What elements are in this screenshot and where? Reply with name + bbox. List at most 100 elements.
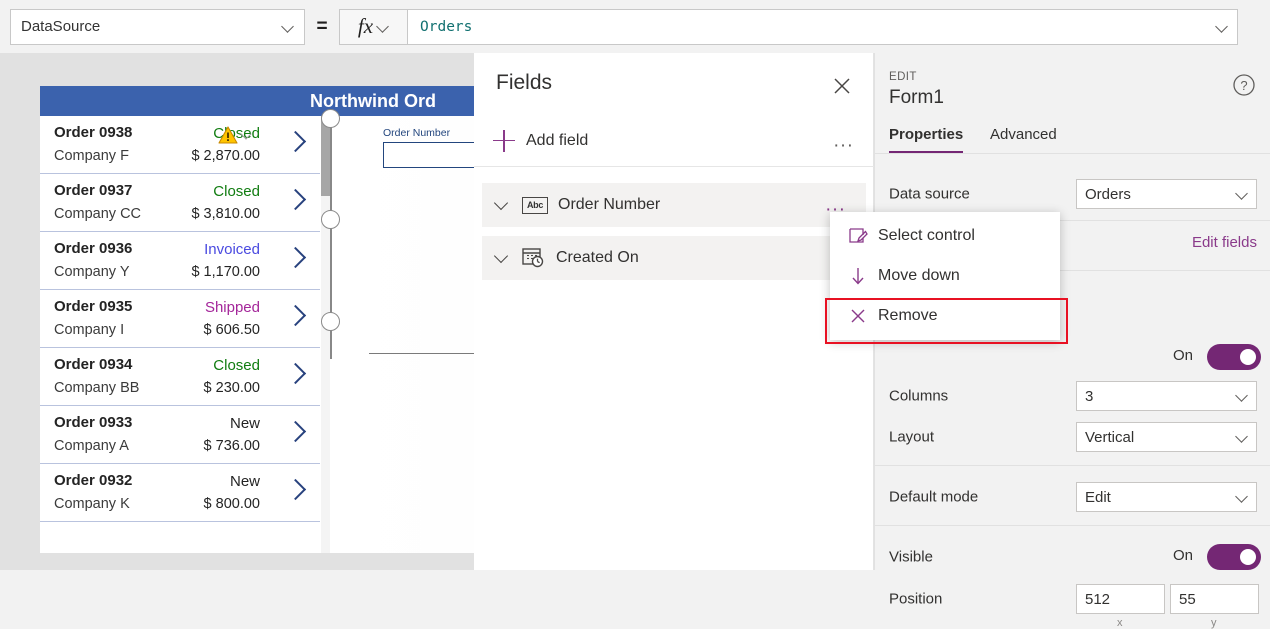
default-mode-value: Edit bbox=[1085, 488, 1111, 506]
context-menu-item-select-control[interactable]: Select control bbox=[830, 216, 1060, 256]
gallery-row-amount: $ 230.00 bbox=[203, 380, 260, 396]
columns-label: Columns bbox=[889, 387, 949, 405]
add-field-label: Add field bbox=[526, 131, 589, 149]
formula-input[interactable]: Orders bbox=[407, 8, 1238, 45]
property-row-layout: Layout Vertical bbox=[875, 411, 1270, 463]
chevron-down-icon bbox=[1236, 491, 1248, 503]
property-row-position: Position 512 55 x y bbox=[875, 573, 1270, 629]
gallery-row[interactable]: Order 0935 Company I Shipped $ 606.50 bbox=[40, 290, 320, 348]
chevron-right-icon[interactable] bbox=[288, 424, 302, 438]
chevron-right-icon[interactable] bbox=[288, 192, 302, 206]
chevron-down-icon[interactable] bbox=[241, 130, 254, 140]
chevron-down-icon bbox=[1236, 431, 1248, 443]
warning-indicator[interactable] bbox=[218, 126, 254, 144]
gallery-row[interactable]: Order 0932 Company K New $ 800.00 bbox=[40, 464, 320, 522]
field-row-created-on[interactable]: Created On bbox=[482, 236, 866, 280]
chevron-down-icon bbox=[1236, 188, 1248, 200]
chevron-right-icon[interactable] bbox=[288, 134, 302, 148]
visible-state: On bbox=[1172, 547, 1193, 564]
chevron-down-icon[interactable] bbox=[1216, 21, 1228, 33]
add-field-more-options[interactable]: ... bbox=[834, 131, 854, 150]
columns-value: 3 bbox=[1085, 387, 1094, 405]
context-menu-label: Remove bbox=[878, 307, 938, 324]
default-mode-dropdown[interactable]: Edit bbox=[1076, 482, 1257, 512]
toggle-knob bbox=[1240, 349, 1256, 365]
orders-gallery[interactable]: Order 0938 Company F Closed $ 2,870.00 Order… bbox=[40, 86, 320, 553]
property-divider bbox=[875, 525, 1270, 526]
help-icon[interactable]: ? bbox=[1232, 73, 1256, 97]
gallery-row-amount: $ 606.50 bbox=[203, 322, 260, 338]
tab-divider bbox=[875, 153, 1270, 154]
snap-to-columns-toggle[interactable] bbox=[1207, 344, 1261, 370]
position-x-input[interactable]: 512 bbox=[1076, 584, 1165, 614]
gallery-row[interactable]: Order 0933 Company A New $ 736.00 bbox=[40, 406, 320, 464]
field-row-order-number[interactable]: Abc Order Number ... bbox=[482, 183, 866, 227]
chevron-down-icon[interactable] bbox=[494, 250, 510, 266]
formula-value: Orders bbox=[420, 18, 473, 35]
gallery-row-status: Closed bbox=[213, 357, 260, 374]
property-selector-value: DataSource bbox=[21, 18, 101, 35]
property-selector-dropdown[interactable]: DataSource bbox=[10, 8, 305, 45]
gallery-row-status: New bbox=[229, 415, 260, 432]
close-icon[interactable] bbox=[827, 71, 857, 101]
context-menu-item-move-down[interactable]: Move down bbox=[830, 256, 1060, 296]
gallery-scrollbar-thumb[interactable] bbox=[321, 116, 330, 196]
layout-dropdown[interactable]: Vertical bbox=[1076, 422, 1257, 452]
close-x-icon bbox=[848, 306, 868, 326]
gallery-row-order: Order 0934 bbox=[54, 356, 133, 373]
fx-button[interactable]: fx bbox=[339, 8, 407, 45]
gallery-row-amount: $ 2,870.00 bbox=[191, 148, 260, 164]
tab-advanced[interactable]: Advanced bbox=[990, 117, 1057, 151]
text-abc-icon: Abc bbox=[522, 196, 548, 214]
field-name: Order Number bbox=[558, 196, 661, 213]
gallery-row[interactable]: Order 0934 Company BB Closed $ 230.00 bbox=[40, 348, 320, 406]
selected-control-name: Form1 bbox=[889, 87, 944, 108]
visible-toggle[interactable] bbox=[1207, 544, 1261, 570]
tab-properties[interactable]: Properties bbox=[889, 117, 964, 154]
add-field-button[interactable]: Add field ... bbox=[474, 115, 874, 167]
chevron-right-icon[interactable] bbox=[288, 366, 302, 380]
data-source-value: Orders bbox=[1085, 185, 1131, 203]
layout-value: Vertical bbox=[1085, 428, 1135, 446]
form-field-label: Order Number bbox=[383, 127, 451, 139]
panel-kicker: EDIT bbox=[889, 71, 917, 83]
context-menu-label: Select control bbox=[878, 227, 975, 244]
calendar-clock-icon bbox=[522, 247, 546, 269]
layout-label: Layout bbox=[889, 428, 935, 446]
gallery-row-order: Order 0935 bbox=[54, 298, 133, 315]
gallery-scrollbar[interactable] bbox=[321, 116, 330, 553]
gallery-row[interactable]: Order 0938 Company F Closed $ 2,870.00 bbox=[40, 116, 320, 174]
select-control-icon bbox=[848, 226, 868, 246]
form-resize-handle-top[interactable] bbox=[321, 109, 340, 128]
context-menu-item-remove[interactable]: Remove bbox=[830, 296, 1060, 336]
chevron-right-icon[interactable] bbox=[288, 250, 302, 264]
gallery-row-status: Closed bbox=[213, 183, 260, 200]
warning-triangle-icon bbox=[218, 126, 238, 144]
gallery-row-company: Company CC bbox=[54, 206, 142, 222]
chevron-down-icon[interactable] bbox=[494, 197, 510, 213]
form-resize-handle-bottom[interactable] bbox=[321, 312, 340, 331]
chevron-right-icon[interactable] bbox=[288, 482, 302, 496]
gallery-row[interactable]: Order 0936 Company Y Invoiced $ 1,170.00 bbox=[40, 232, 320, 290]
gallery-row[interactable]: Order 0937 Company CC Closed $ 3,810.00 bbox=[40, 174, 320, 232]
gallery-row-amount: $ 736.00 bbox=[203, 438, 260, 454]
columns-dropdown[interactable]: 3 bbox=[1076, 381, 1257, 411]
snap-toggle-state: On bbox=[1172, 347, 1193, 364]
svg-text:?: ? bbox=[1240, 78, 1247, 93]
position-y-value: 55 bbox=[1179, 590, 1196, 608]
form-resize-handle-middle[interactable] bbox=[321, 210, 340, 229]
edit-fields-link[interactable]: Edit fields bbox=[1192, 234, 1257, 251]
gallery-row-company: Company I bbox=[54, 322, 125, 338]
formula-bar: DataSource = fx Orders bbox=[0, 0, 1270, 53]
property-row-default-mode: Default mode Edit bbox=[875, 471, 1270, 523]
position-x-value: 512 bbox=[1085, 590, 1111, 608]
position-label: Position bbox=[889, 590, 943, 608]
chevron-right-icon[interactable] bbox=[288, 308, 302, 322]
chevron-down-icon bbox=[377, 21, 389, 33]
gallery-row-order: Order 0937 bbox=[54, 182, 133, 199]
position-y-input[interactable]: 55 bbox=[1170, 584, 1259, 614]
gallery-row-order: Order 0933 bbox=[54, 414, 133, 431]
data-source-dropdown[interactable]: Orders bbox=[1076, 179, 1257, 209]
property-divider bbox=[875, 465, 1270, 466]
gallery-row-order: Order 0932 bbox=[54, 472, 133, 489]
